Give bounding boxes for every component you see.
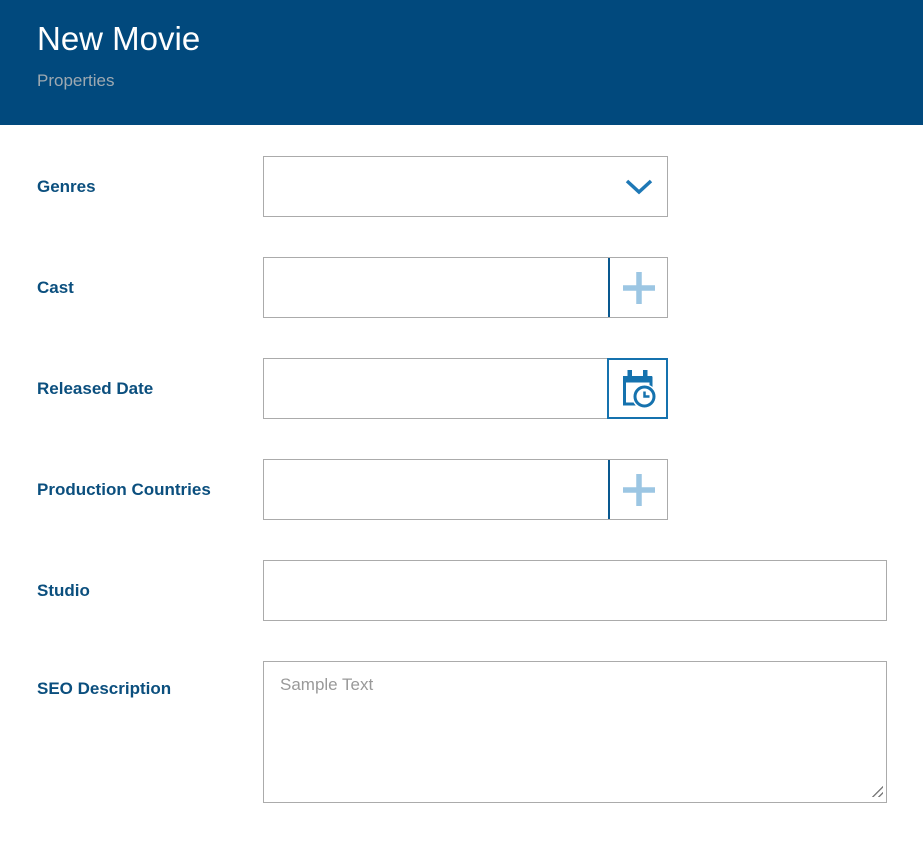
chevron-down-icon xyxy=(625,179,653,195)
seo-description-field xyxy=(263,661,887,803)
genres-label: Genres xyxy=(37,176,263,198)
form-row-cast: Cast xyxy=(37,257,887,318)
cast-input[interactable] xyxy=(264,258,608,317)
page-header: New Movie Properties xyxy=(0,0,923,125)
page-subtitle: Properties xyxy=(37,71,923,91)
cast-add-button[interactable] xyxy=(610,258,667,317)
cast-label: Cast xyxy=(37,277,263,299)
released-date-field xyxy=(263,358,668,419)
form-row-studio: Studio xyxy=(37,560,887,621)
released-date-picker-button[interactable] xyxy=(607,358,668,419)
calendar-clock-icon xyxy=(620,370,656,408)
production-countries-label: Production Countries xyxy=(37,479,263,501)
form-row-seo-description: SEO Description xyxy=(37,661,887,803)
cast-field xyxy=(263,257,668,318)
plus-icon xyxy=(622,271,656,305)
studio-label: Studio xyxy=(37,580,263,602)
released-date-label: Released Date xyxy=(37,378,263,400)
production-countries-field xyxy=(263,459,668,520)
seo-description-textarea[interactable] xyxy=(263,661,887,803)
form-row-genres: Genres xyxy=(37,156,887,217)
properties-form: Genres Cast Released Date xyxy=(0,125,923,803)
form-row-released-date: Released Date xyxy=(37,358,887,419)
studio-input[interactable] xyxy=(263,560,887,621)
production-countries-input[interactable] xyxy=(264,460,608,519)
form-row-production-countries: Production Countries xyxy=(37,459,887,520)
plus-icon xyxy=(622,473,656,507)
production-countries-add-button[interactable] xyxy=(610,460,667,519)
seo-description-label: SEO Description xyxy=(37,661,263,700)
genres-dropdown[interactable] xyxy=(263,156,668,217)
page-title: New Movie xyxy=(37,0,923,59)
